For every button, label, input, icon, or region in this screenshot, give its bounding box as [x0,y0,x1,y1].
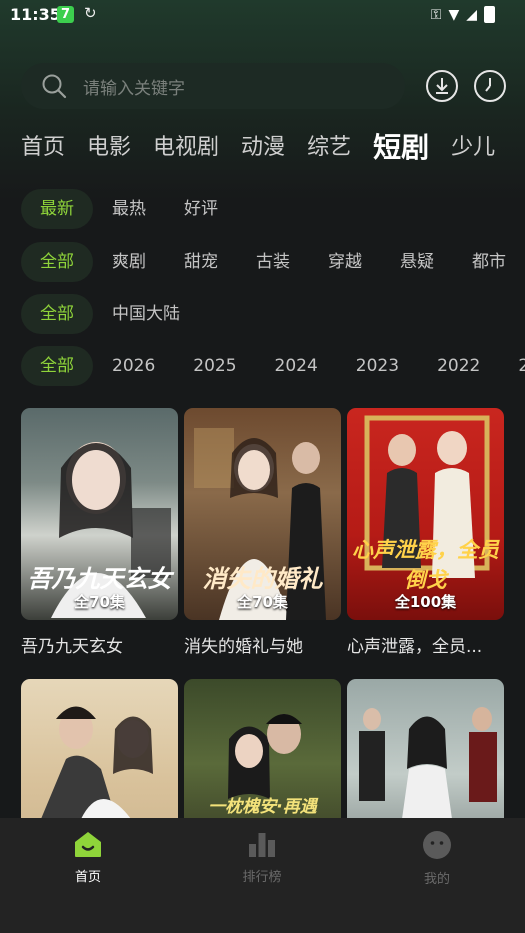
nav-profile[interactable]: 我的 [397,830,477,887]
filter-genre-item[interactable]: 都市 [453,242,525,282]
drama-card[interactable]: 心声泄露，全员倒戈 全100集 心声泄露，全员... [347,408,504,657]
genre-filter-row: 全部 爽剧 甜宠 古装 穿越 悬疑 都市 [21,242,525,282]
filter-genre-item[interactable]: 甜宠 [165,242,237,282]
signal-icon: ◢ [466,6,477,23]
tab-tv-series[interactable]: 电视剧 [153,132,219,164]
filter-year-item[interactable]: 2026 [93,346,174,386]
download-icon[interactable] [426,70,458,102]
history-clock-icon[interactable] [474,70,506,102]
tab-home[interactable]: 首页 [21,132,65,164]
search-icon [41,73,67,99]
drama-card[interactable]: 吾乃九天玄女 全70集 吾乃九天玄女 [21,408,178,657]
tab-movie[interactable]: 电影 [87,132,131,164]
filter-sort-latest[interactable]: 最新 [21,189,93,229]
tab-anime[interactable]: 动漫 [241,132,285,164]
ranking-icon [247,830,277,862]
card-title: 心声泄露，全员... [347,637,483,657]
bottom-nav: 首页 排行榜 我的 [0,818,525,933]
nav-home[interactable]: 首页 [48,830,128,885]
search-input[interactable]: 请输入关键字 [83,74,185,99]
filter-region-all[interactable]: 全部 [21,294,93,334]
key-icon: ⚿ [430,6,442,23]
filter-genre-item[interactable]: 爽剧 [93,242,165,282]
status-time: 11:35 [10,5,61,24]
nav-ranking-label: 排行榜 [242,870,282,885]
profile-face-icon [422,830,452,864]
home-icon [73,830,103,862]
sort-filter-row: 最新 最热 好评 [21,189,237,229]
filter-year-all[interactable]: 全部 [21,346,93,386]
sync-icon: ↻ [84,4,97,22]
episode-count: 全100集 [394,593,457,611]
poster-title-art: 一枕槐安·再遇 [208,797,317,817]
poster-image[interactable]: 消失的婚礼 全70集 [184,408,341,620]
filter-year-item[interactable]: 20 [499,346,525,386]
filter-genre-item[interactable]: 古装 [237,242,309,282]
filter-sort-hot[interactable]: 最热 [93,189,165,229]
card-title: 吾乃九天玄女 [21,637,123,657]
tab-short-drama[interactable]: 短剧 [373,132,429,164]
region-filter-row: 全部 中国大陆 [21,294,199,334]
filter-region-item[interactable]: 中国大陆 [93,294,199,334]
episode-count: 全70集 [74,593,125,611]
search-bar[interactable]: 请输入关键字 [21,63,405,109]
filter-sort-rated[interactable]: 好评 [165,189,237,229]
status-bar: 11:35 7 ↻ ⚿ ▼ ◢ [0,0,525,30]
episode-count: 全70集 [237,593,288,611]
card-title: 消失的婚礼与她 [184,637,303,657]
filter-genre-item[interactable]: 穿越 [309,242,381,282]
filter-genre-all[interactable]: 全部 [21,242,93,282]
filter-genre-item[interactable]: 悬疑 [381,242,453,282]
poster-title-art: 心声泄露，全员倒戈 [352,538,499,592]
year-filter-row: 全部 2026 2025 2024 2023 2022 20 [21,346,525,386]
tab-variety[interactable]: 综艺 [307,132,351,164]
wifi-icon: ▼ [448,6,460,23]
poster-title-art: 吾乃九天玄女 [27,565,172,593]
filter-year-item[interactable]: 2025 [174,346,255,386]
poster-image[interactable]: 心声泄露，全员倒戈 全100集 [347,408,504,620]
nav-ranking[interactable]: 排行榜 [222,830,302,885]
battery-icon [484,6,495,23]
category-tabs: 首页 电影 电视剧 动漫 综艺 短剧 少儿 [21,132,517,164]
filter-year-item[interactable]: 2024 [256,346,337,386]
app-badge-icon: 7 [57,6,74,23]
drama-card[interactable]: 消失的婚礼 全70集 消失的婚礼与她 [184,408,341,657]
status-icons: ⚿ ▼ ◢ [431,6,495,23]
tab-kids[interactable]: 少儿 [451,132,495,164]
nav-home-label: 首页 [74,870,101,885]
poster-title-art: 消失的婚礼 [202,565,323,593]
filter-year-item[interactable]: 2022 [418,346,499,386]
nav-profile-label: 我的 [423,872,450,887]
filter-year-item[interactable]: 2023 [337,346,418,386]
poster-image[interactable]: 吾乃九天玄女 全70集 [21,408,178,620]
